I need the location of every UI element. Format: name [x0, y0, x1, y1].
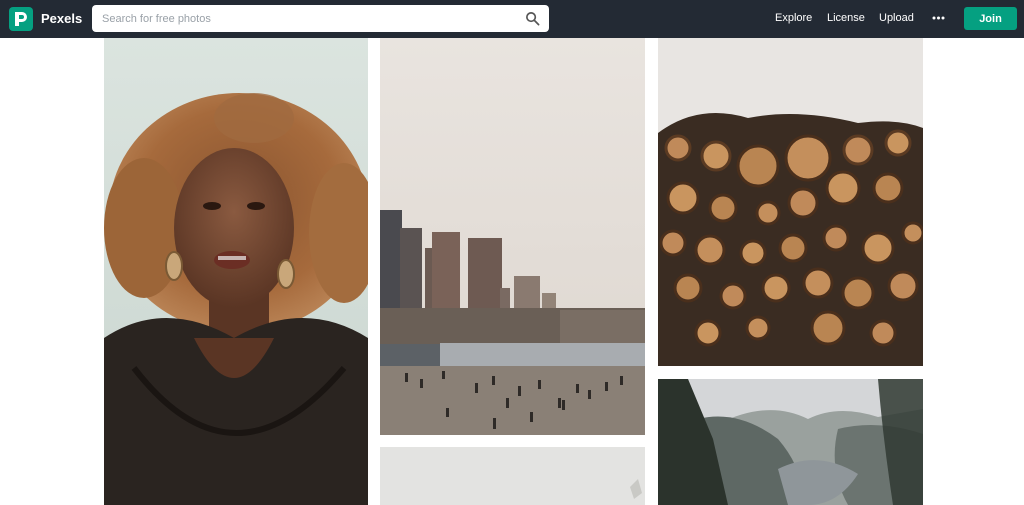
photo-bottom-middle-image: [380, 447, 645, 505]
pexels-logo[interactable]: [9, 7, 33, 31]
more-dots-icon[interactable]: [932, 12, 945, 24]
brand-name[interactable]: Pexels: [41, 11, 82, 26]
search-icon[interactable]: [525, 11, 540, 26]
search-input[interactable]: [92, 5, 512, 32]
photo-woman-curly-hair-image: [104, 38, 368, 505]
photo-woman-curly-hair[interactable]: [104, 38, 368, 505]
photo-bottom-middle[interactable]: [380, 447, 645, 505]
photo-city-harbor[interactable]: [380, 38, 645, 435]
photo-stacked-logs[interactable]: [658, 38, 923, 366]
photo-fjord-mountains-image: [658, 379, 923, 505]
search-bar: [92, 5, 549, 32]
nav-upload-link[interactable]: Upload: [879, 12, 914, 24]
join-button[interactable]: Join: [964, 7, 1017, 30]
top-navigation-bar: Pexels Explore License Upload Join: [0, 0, 1024, 38]
photo-city-harbor-image: [380, 38, 645, 435]
nav-explore-link[interactable]: Explore: [775, 12, 812, 24]
pexels-logo-icon: [15, 12, 27, 26]
photo-stacked-logs-image: [658, 38, 923, 366]
photo-fjord-mountains[interactable]: [658, 379, 923, 505]
nav-license-link[interactable]: License: [827, 12, 865, 24]
